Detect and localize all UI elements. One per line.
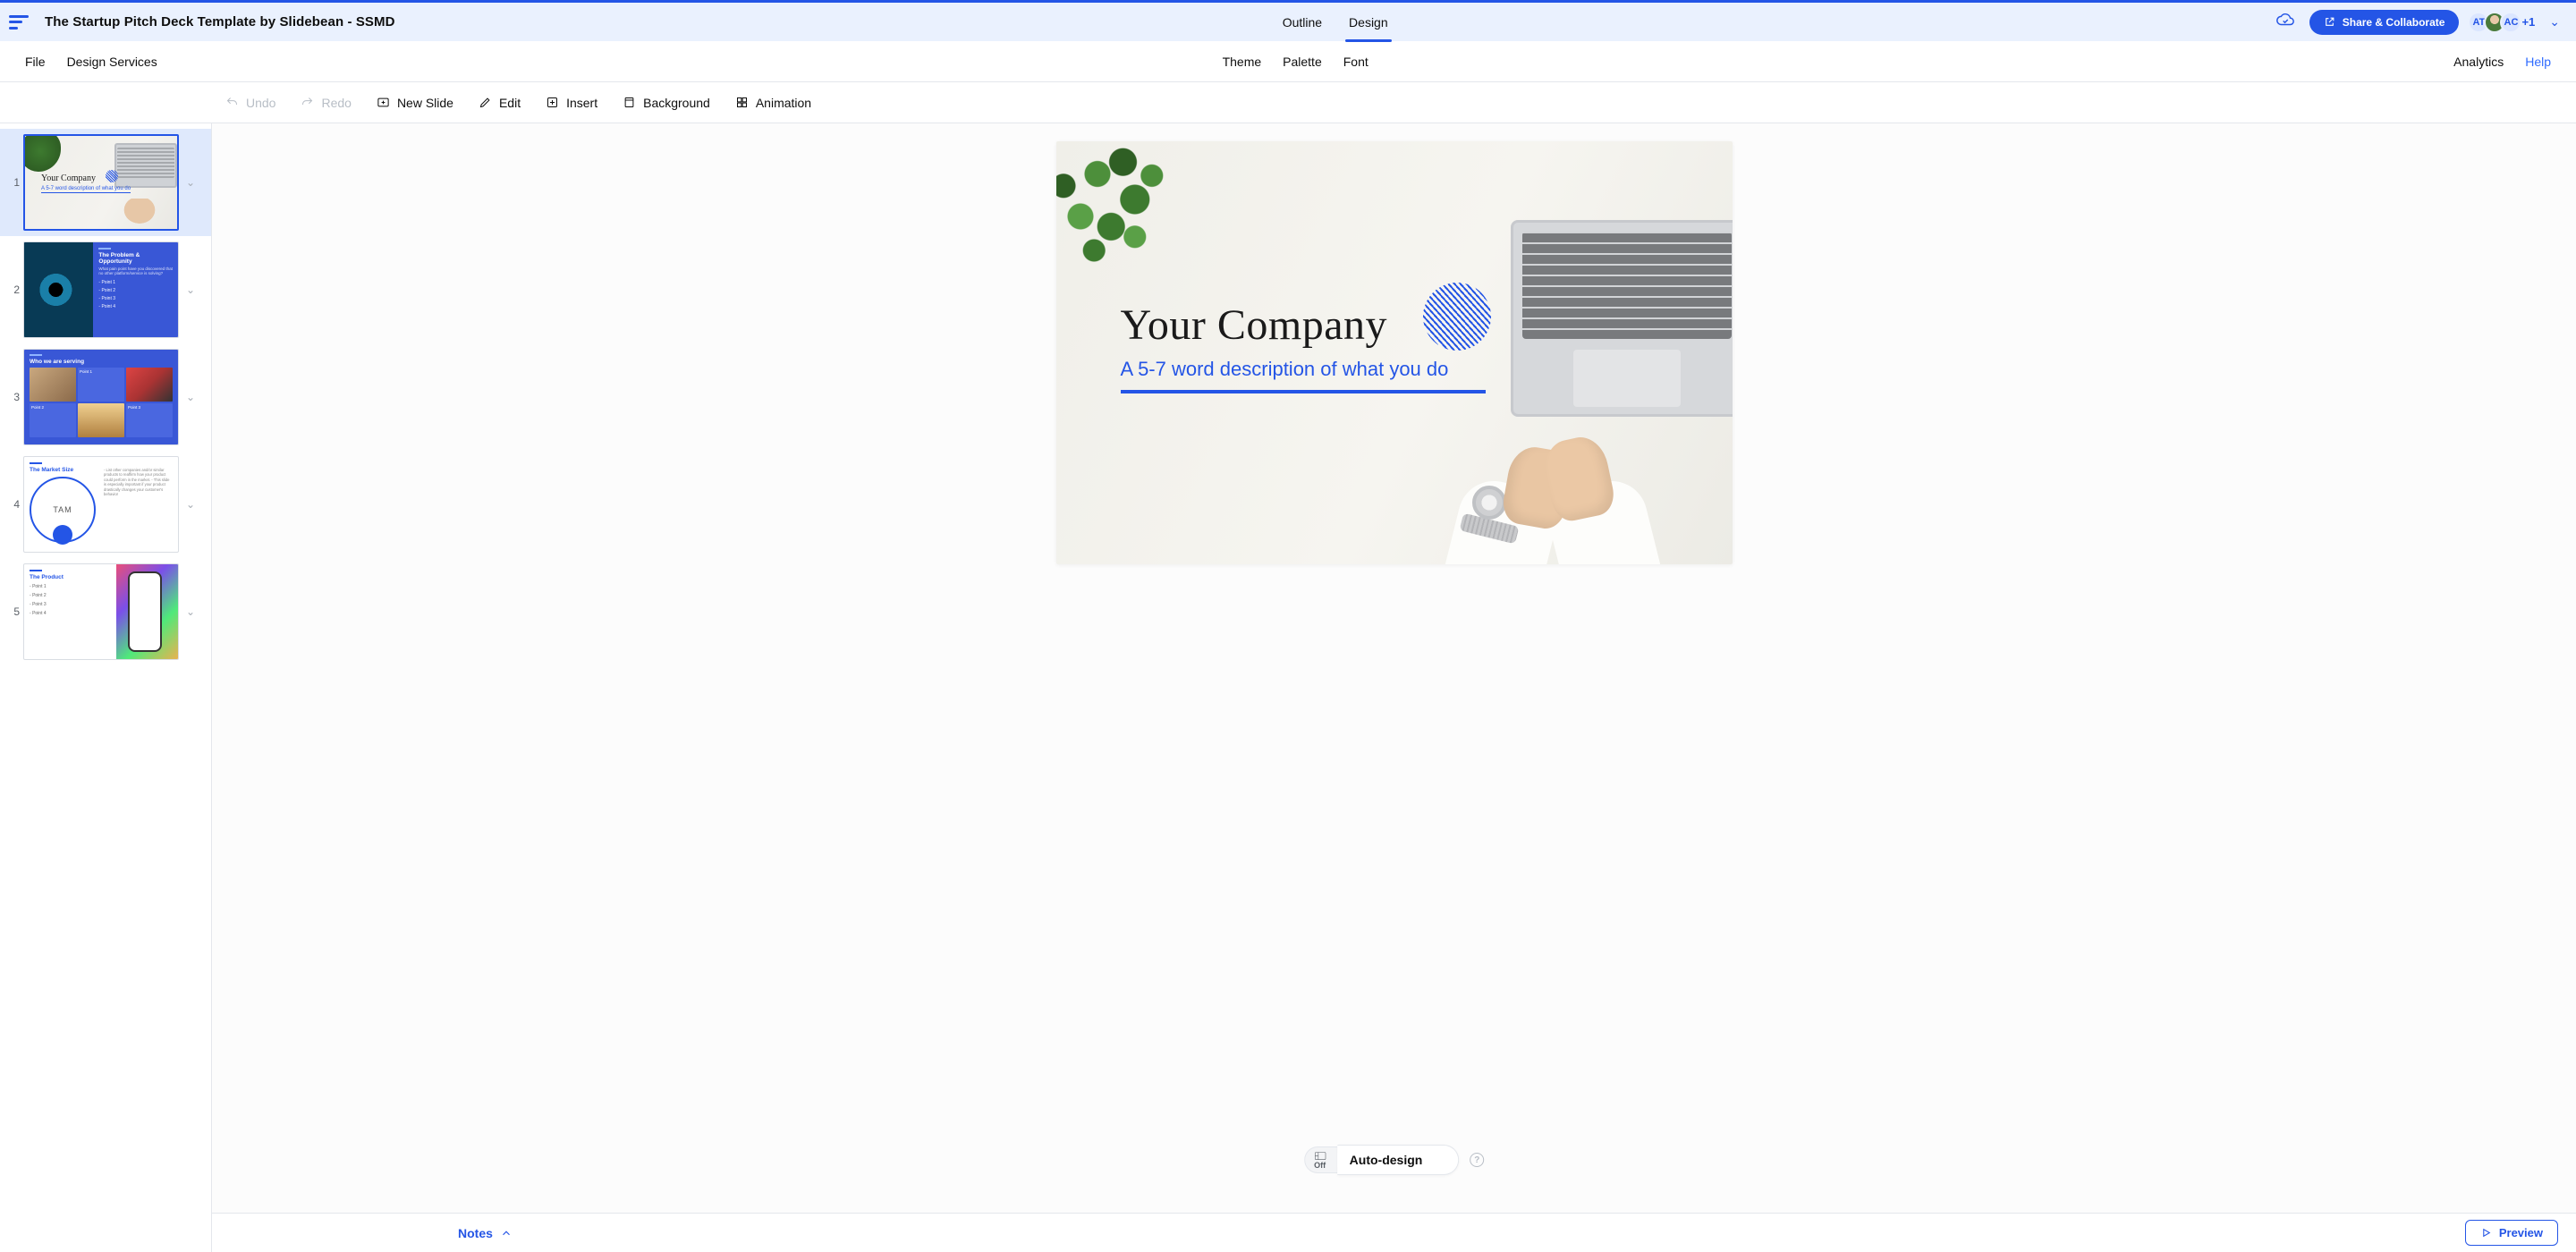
slide-number: 4 — [9, 498, 20, 511]
slide-canvas[interactable]: Your Company A 5-7 word description of w… — [1056, 141, 1733, 564]
undo-label: Undo — [246, 96, 275, 110]
menu-theme[interactable]: Theme — [1223, 55, 1262, 69]
toolbar: Undo Redo New Slide Edit Insert Backgrou… — [0, 82, 2576, 123]
new-slide-button[interactable]: New Slide — [377, 96, 453, 110]
sphere-icon — [1423, 283, 1491, 351]
animation-button[interactable]: Animation — [735, 96, 811, 110]
thumb-preview-5[interactable]: The Product Point 1 Point 2 Point 3 Poin… — [23, 563, 179, 660]
tab-design[interactable]: Design — [1349, 3, 1388, 41]
subtitle-underline — [1121, 390, 1486, 393]
menu-design-services[interactable]: Design Services — [67, 55, 157, 69]
thumb-preview-2[interactable]: The Problem & Opportunity What pain poin… — [23, 241, 179, 338]
hands-graphic — [1446, 412, 1634, 564]
top-right-cluster: Share & Collaborate AT AC +1 ⌄ — [2275, 10, 2560, 35]
share-button[interactable]: Share & Collaborate — [2309, 10, 2460, 35]
new-slide-label: New Slide — [397, 96, 453, 110]
undo-button[interactable]: Undo — [225, 96, 275, 110]
top-bar: The Startup Pitch Deck Template by Slide… — [0, 0, 2576, 41]
tab-outline[interactable]: Outline — [1283, 3, 1322, 41]
slide-menu-icon[interactable]: ⌄ — [182, 498, 199, 511]
collaborators-expand-icon[interactable]: ⌄ — [2549, 14, 2560, 30]
avatar-more[interactable]: +1 — [2516, 12, 2535, 33]
collaborator-avatars[interactable]: AT AC +1 — [2473, 12, 2535, 33]
insert-button[interactable]: Insert — [546, 96, 597, 110]
help-icon[interactable]: ? — [1470, 1153, 1484, 1167]
auto-design-off[interactable]: Off — [1304, 1146, 1337, 1173]
share-button-label: Share & Collaborate — [2343, 16, 2445, 29]
slide-subtitle-text[interactable]: A 5-7 word description of what you do — [1121, 358, 1449, 386]
slide-menu-icon[interactable]: ⌄ — [182, 605, 199, 618]
menu-file[interactable]: File — [25, 55, 46, 69]
slide-panel[interactable]: 1 Your Company A 5-7 word description of… — [0, 123, 212, 1252]
menu-bar: File Design Services Theme Palette Font … — [0, 41, 2576, 82]
thumb-preview-4[interactable]: The Market Size TAM - List other compani… — [23, 456, 179, 553]
menu-font[interactable]: Font — [1343, 55, 1368, 69]
insert-label: Insert — [566, 96, 597, 110]
slide-thumb-5[interactable]: 5 The Product Point 1 Point 2 Point 3 Po… — [0, 558, 211, 665]
redo-label: Redo — [321, 96, 351, 110]
slide-menu-icon[interactable]: ⌄ — [182, 391, 199, 403]
slide-thumb-2[interactable]: 2 The Problem & Opportunity What pain po… — [0, 236, 211, 343]
edit-label: Edit — [499, 96, 521, 110]
menu-analytics[interactable]: Analytics — [2453, 55, 2504, 69]
slide-title-text[interactable]: Your Company — [1121, 300, 1388, 350]
slide-menu-icon[interactable]: ⌄ — [182, 283, 199, 296]
redo-button[interactable]: Redo — [301, 96, 351, 110]
menu-palette[interactable]: Palette — [1283, 55, 1322, 69]
preview-button[interactable]: Preview — [2465, 1220, 2558, 1246]
background-button[interactable]: Background — [623, 96, 710, 110]
notes-toggle[interactable]: Notes — [458, 1226, 513, 1240]
thumb-preview-3[interactable]: Who we are serving Point 1 Point 2 Point… — [23, 349, 179, 445]
slide-number: 3 — [9, 391, 20, 403]
auto-design-button[interactable]: Auto-design — [1337, 1145, 1460, 1175]
slide-thumb-3[interactable]: 3 Who we are serving Point 1 Point 2 Poi… — [0, 343, 211, 451]
slide-thumb-1[interactable]: 1 Your Company A 5-7 word description of… — [0, 129, 211, 236]
document-title[interactable]: The Startup Pitch Deck Template by Slide… — [45, 14, 395, 30]
thumb-preview-1[interactable]: Your Company A 5-7 word description of w… — [23, 134, 179, 231]
canvas-area: Your Company A 5-7 word description of w… — [212, 123, 2576, 1252]
canvas-scroll[interactable]: Your Company A 5-7 word description of w… — [212, 123, 2576, 1213]
menu-help[interactable]: Help — [2525, 55, 2551, 69]
slide-number: 2 — [9, 283, 20, 296]
slide-menu-icon[interactable]: ⌄ — [182, 176, 199, 189]
slide-thumb-4[interactable]: 4 The Market Size TAM - List other compa… — [0, 451, 211, 558]
slide-number: 1 — [9, 176, 20, 189]
footer-bar: Notes Preview — [212, 1213, 2576, 1252]
edit-button[interactable]: Edit — [479, 96, 521, 110]
sync-status-icon[interactable] — [2275, 10, 2295, 34]
auto-design-toggle: Off Auto-design ? — [1304, 1145, 1485, 1175]
slide-number: 5 — [9, 605, 20, 618]
app-logo-icon[interactable] — [9, 14, 29, 30]
main-area: 1 Your Company A 5-7 word description of… — [0, 123, 2576, 1252]
animation-label: Animation — [756, 96, 811, 110]
plant-graphic — [1056, 141, 1199, 284]
background-label: Background — [643, 96, 710, 110]
laptop-graphic — [1511, 220, 1733, 417]
view-mode-tabs: Outline Design — [1283, 3, 1388, 41]
